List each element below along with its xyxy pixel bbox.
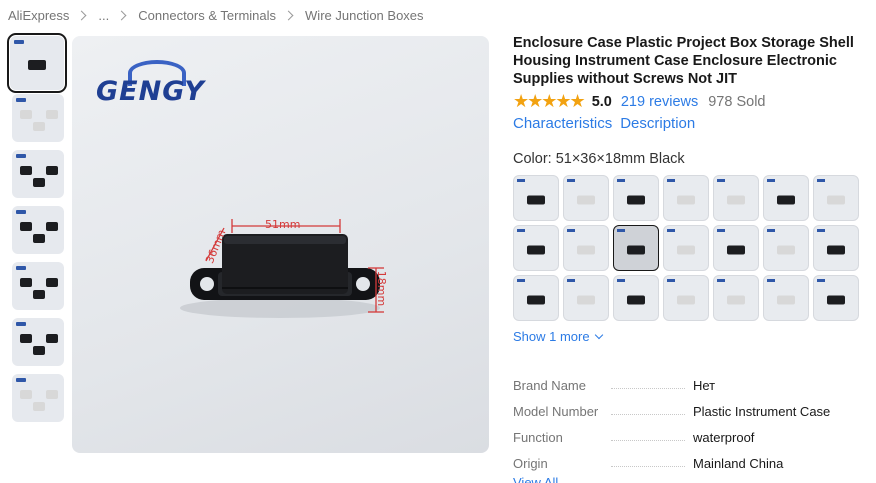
color-swatch[interactable]	[763, 275, 809, 321]
spec-row: Function waterproof	[513, 424, 863, 450]
breadcrumb-connectors-terminals[interactable]: Connectors & Terminals	[138, 8, 276, 23]
color-swatch[interactable]	[713, 225, 759, 271]
spec-key: Function	[513, 429, 563, 445]
chevron-right-icon	[283, 10, 294, 20]
thumbnail-image[interactable]	[7, 33, 67, 93]
spec-value: Mainland China	[693, 455, 784, 471]
thumbnail-list	[7, 33, 67, 430]
sold-count: 978 Sold	[708, 93, 766, 110]
spec-key: Brand Name	[513, 377, 586, 393]
main-product-image[interactable]: GENGY 51mm 36mm 18mm	[72, 36, 489, 453]
product-tabs: Characteristics Description	[513, 115, 703, 132]
chevron-down-icon	[594, 330, 603, 340]
color-swatch[interactable]	[513, 175, 559, 221]
thumbnail-image[interactable]	[12, 262, 64, 310]
chevron-right-icon	[76, 10, 87, 20]
color-swatch[interactable]	[613, 175, 659, 221]
tab-characteristics[interactable]: Characteristics	[513, 115, 612, 132]
color-swatch[interactable]	[813, 225, 859, 271]
color-swatch[interactable]	[713, 175, 759, 221]
spec-value: Нет	[693, 377, 716, 393]
thumbnail-image[interactable]	[12, 150, 64, 198]
color-swatch[interactable]	[613, 275, 659, 321]
reviews-link[interactable]: 219 reviews	[621, 94, 698, 110]
rating-value: 5.0	[591, 93, 612, 110]
spec-row: Model Number Plastic Instrument Case	[513, 398, 863, 424]
spec-value: waterproof	[693, 429, 755, 445]
product-enclosure-image	[180, 219, 384, 318]
spec-key: Origin	[513, 455, 548, 471]
spec-key: Model Number	[513, 403, 599, 419]
show-more-button[interactable]: Show 1 more	[513, 329, 603, 344]
tab-description[interactable]: Description	[620, 115, 695, 132]
breadcrumb: AliExpress ... Connectors & Terminals Wi…	[8, 6, 424, 24]
color-swatch[interactable]	[663, 275, 709, 321]
rating-row: ★★★★★ 5.0 219 reviews 978 Sold	[513, 91, 765, 112]
spec-row: Brand Name Нет	[513, 372, 863, 398]
dimension-label-width: 51mm	[265, 218, 301, 231]
color-swatch[interactable]	[563, 225, 609, 271]
color-swatch[interactable]	[713, 275, 759, 321]
color-swatch[interactable]	[663, 175, 709, 221]
thumbnail-image[interactable]	[12, 94, 64, 142]
color-swatch[interactable]	[813, 275, 859, 321]
show-more-label: Show 1 more	[513, 329, 590, 344]
view-all-link[interactable]: View All	[513, 475, 558, 483]
dimension-label-height: 18mm	[375, 270, 389, 307]
color-swatch[interactable]	[763, 225, 809, 271]
color-swatch[interactable]	[513, 225, 559, 271]
breadcrumb-wire-junction-boxes[interactable]: Wire Junction Boxes	[305, 8, 424, 23]
color-label: Color: 51×36×18mm Black	[513, 151, 685, 167]
thumbnail-image[interactable]	[12, 318, 64, 366]
product-title: Enclosure Case Plastic Project Box Stora…	[513, 35, 854, 87]
thumbnail-image[interactable]	[12, 374, 64, 422]
color-swatch-grid	[513, 175, 863, 321]
spec-value: Plastic Instrument Case	[693, 403, 831, 419]
spec-row: Origin Mainland China	[513, 450, 863, 476]
specs-table: Brand Name Нет Model Number Plastic Inst…	[513, 372, 863, 476]
chevron-right-icon	[116, 10, 127, 20]
color-swatch[interactable]	[813, 175, 859, 221]
color-swatch[interactable]	[513, 275, 559, 321]
star-rating-icon: ★★★★★	[513, 91, 586, 111]
color-swatch[interactable]	[563, 175, 609, 221]
color-swatch[interactable]	[663, 225, 709, 271]
thumbnail-image[interactable]	[12, 206, 64, 254]
color-swatch[interactable]	[613, 225, 659, 271]
color-swatch[interactable]	[563, 275, 609, 321]
breadcrumb-ellipsis[interactable]: ...	[98, 8, 109, 23]
breadcrumb-aliexpress[interactable]: AliExpress	[8, 8, 69, 23]
color-swatch[interactable]	[763, 175, 809, 221]
